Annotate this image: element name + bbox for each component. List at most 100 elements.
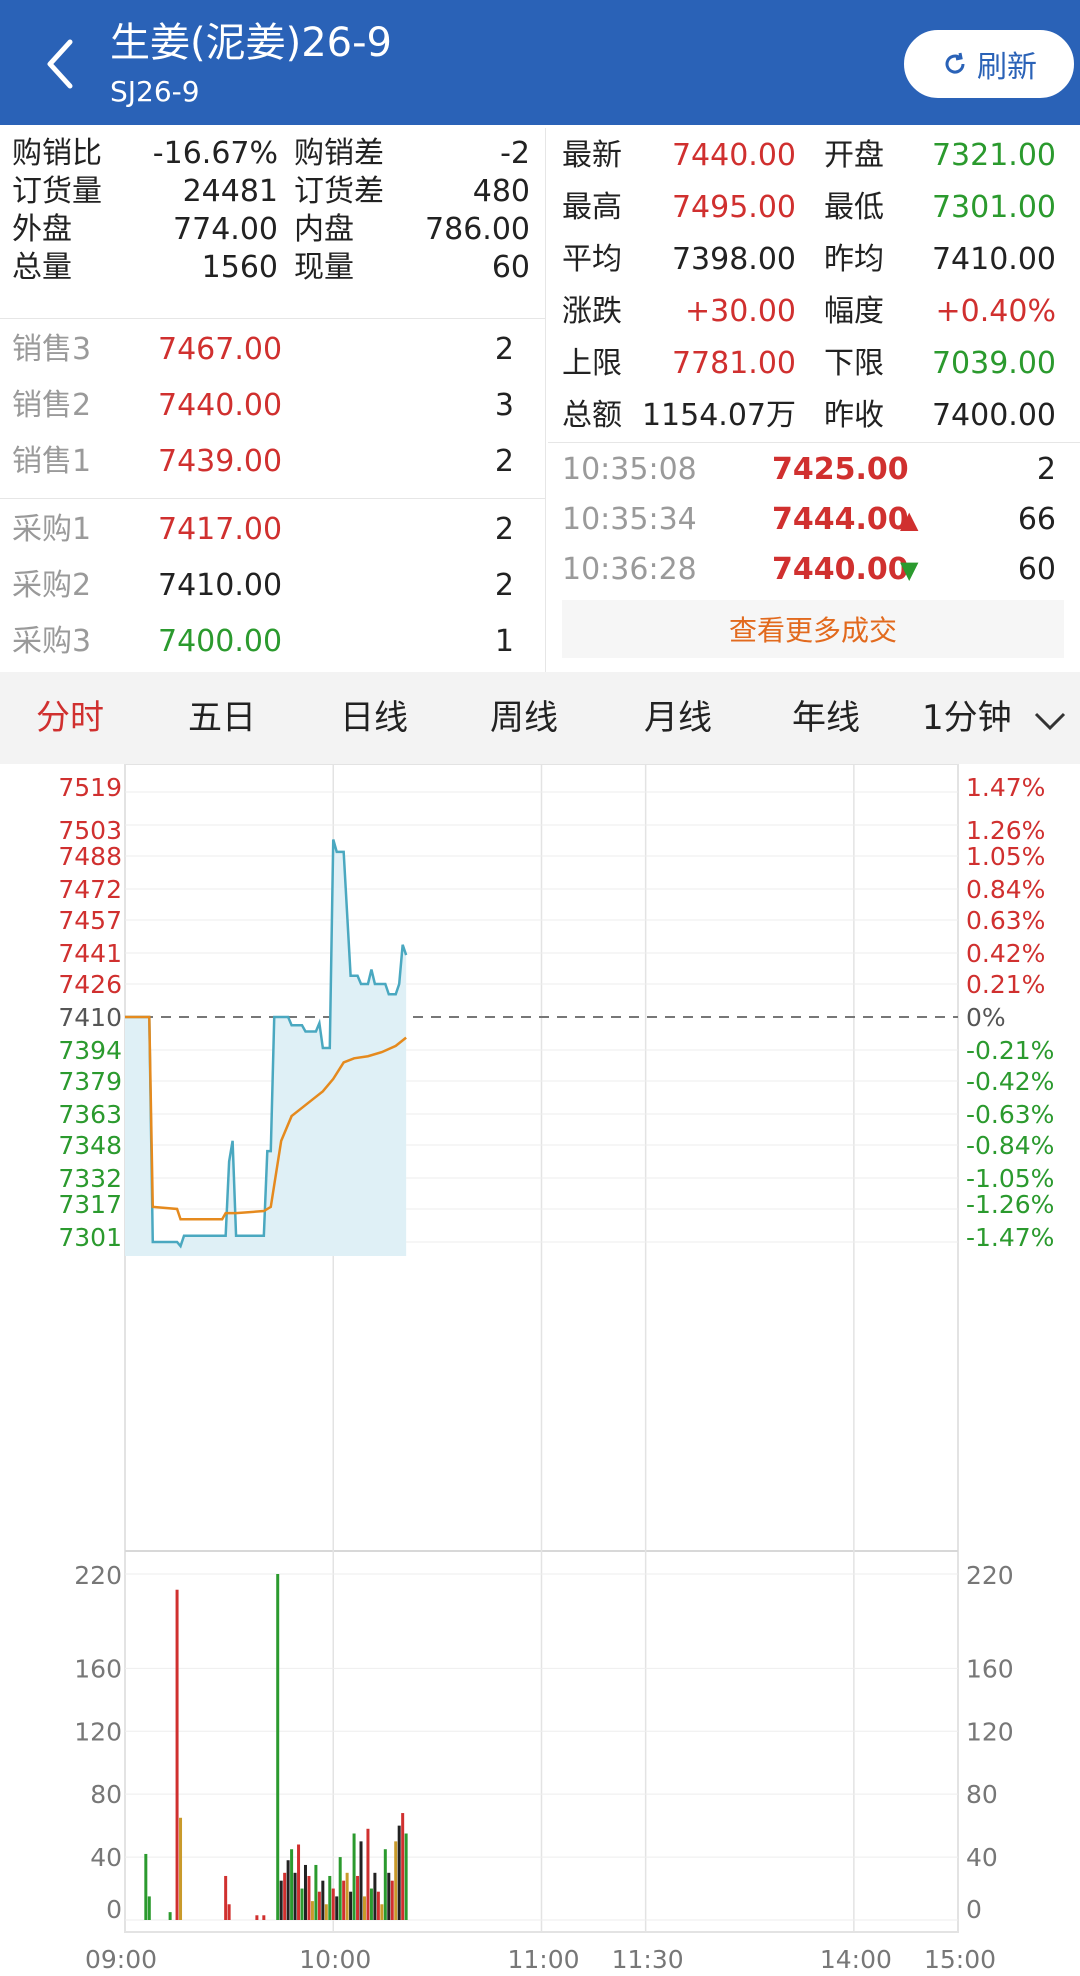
volume-axis-right-label: 120 — [966, 1717, 1014, 1746]
volume-axis-right-label: 160 — [966, 1654, 1014, 1683]
volume-bar — [376, 1891, 380, 1920]
stat-value: 1154.07万 — [641, 398, 796, 433]
order-level-label: 销售1 — [12, 444, 92, 479]
y-axis-right-label: -1.26% — [966, 1190, 1054, 1219]
order-book-buy-row[interactable]: 采购1 7417.00 2 — [0, 510, 545, 558]
volume-bar — [175, 1589, 179, 1920]
stat-label: 昨均 — [824, 242, 884, 277]
order-qty: 2 — [494, 332, 514, 367]
stat-value: -2 — [500, 136, 530, 171]
view-more-trades-button[interactable]: 查看更多成交 — [562, 600, 1064, 658]
volume-bar — [331, 1888, 335, 1920]
tab-five-day[interactable]: 五日 — [188, 672, 256, 764]
y-axis-left-label: 7503 — [58, 816, 122, 845]
volume-bar — [286, 1860, 290, 1920]
stat-label: 内盘 — [294, 212, 354, 247]
stat-label: 订货量 — [12, 174, 102, 209]
stat-value: 7410.00 — [931, 242, 1056, 277]
volume-axis-right-label: 80 — [966, 1780, 998, 1809]
y-axis-left-label: 7332 — [58, 1164, 122, 1193]
order-book-buy-row[interactable]: 采购3 7400.00 1 — [0, 622, 545, 670]
volume-bar — [373, 1872, 377, 1920]
tab-monthly[interactable]: 月线 — [644, 672, 712, 764]
stat-label: 最低 — [824, 190, 884, 225]
stat-label: 最高 — [562, 190, 622, 225]
y-axis-left-label: 7394 — [58, 1036, 122, 1065]
order-level-label: 采购3 — [12, 624, 92, 659]
stat-value: 7301.00 — [931, 190, 1056, 225]
trade-time: 10:35:08 — [562, 452, 697, 487]
y-axis-left-label: 7426 — [58, 970, 122, 999]
stat-value: -16.67% — [152, 136, 278, 171]
y-axis-left-label: 7488 — [58, 842, 122, 871]
trade-time: 10:36:28 — [562, 552, 697, 587]
stat-value: 7495.00 — [671, 190, 796, 225]
chevron-down-icon — [1035, 712, 1066, 730]
order-price: 7400.00 — [158, 624, 283, 659]
volume-bar — [290, 1849, 294, 1920]
tab-intraday[interactable]: 分时 — [36, 672, 104, 764]
y-axis-right-label: -0.21% — [966, 1036, 1054, 1065]
volume-bar — [338, 1857, 342, 1920]
volume-bar — [401, 1813, 405, 1920]
volume-bar — [283, 1872, 287, 1920]
stat-label: 最新 — [562, 138, 622, 173]
order-level-label: 采购1 — [12, 512, 92, 547]
volume-axis-left-label: 0 — [106, 1895, 122, 1924]
refresh-button[interactable]: 刷新 — [904, 30, 1074, 98]
volume-bar — [324, 1904, 328, 1920]
order-qty: 2 — [494, 444, 514, 479]
x-axis-label: 09:00 — [85, 1945, 157, 1974]
tab-daily[interactable]: 日线 — [340, 672, 408, 764]
top-app-bar: 生姜(泥姜)26-9 SJ26-9 刷新 — [0, 0, 1080, 125]
order-price: 7439.00 — [158, 444, 283, 479]
x-axis-label: 10:00 — [299, 1945, 371, 1974]
intraday-chart[interactable]: 7519 1.47% 7503 1.26% 7488 1.05% 7472 0.84% 7457… — [0, 764, 1080, 1976]
volume-bar — [314, 1864, 318, 1920]
volume-bar — [356, 1875, 360, 1920]
trade-price: 7425.00 — [772, 452, 909, 487]
volume-bar — [349, 1891, 353, 1920]
volume-bar — [279, 1880, 283, 1920]
contract-code: SJ26-9 — [110, 75, 200, 108]
volume-bar — [276, 1574, 280, 1920]
back-button[interactable] — [40, 34, 80, 94]
order-qty: 2 — [494, 512, 514, 547]
chart-period-tabs: 分时 五日 日线 周线 月线 年线 1分钟 — [0, 672, 1080, 764]
stat-label: 总量 — [12, 250, 72, 285]
volume-bar — [297, 1844, 301, 1920]
order-book-sell-row[interactable]: 销售1 7439.00 2 — [0, 442, 545, 490]
volume-bar — [147, 1896, 151, 1920]
volume-bar — [359, 1841, 363, 1920]
volume-bar — [380, 1904, 384, 1920]
stat-label: 购销差 — [294, 136, 384, 171]
order-book-sell-row[interactable]: 销售2 7440.00 3 — [0, 386, 545, 434]
interval-select[interactable]: 1分钟 — [922, 672, 1068, 764]
refresh-label: 刷新 — [977, 50, 1037, 85]
y-axis-left-label: 7519 — [58, 773, 122, 802]
volume-axis-right-label: 40 — [966, 1843, 998, 1872]
volume-axis-right-label: 0 — [966, 1895, 982, 1924]
x-axis-label: 11:30 — [612, 1945, 684, 1974]
volume-bar — [369, 1888, 373, 1920]
trade-time: 10:35:34 — [562, 502, 697, 537]
trade-price: 7440.00 — [772, 552, 909, 587]
stat-value: +30.00 — [684, 294, 796, 329]
tab-weekly[interactable]: 周线 — [490, 672, 558, 764]
tab-yearly[interactable]: 年线 — [792, 672, 860, 764]
volume-bar — [394, 1841, 398, 1920]
order-qty: 3 — [494, 388, 514, 423]
order-book-sell-row[interactable]: 销售3 7467.00 2 — [0, 330, 545, 378]
y-axis-left-label: 7348 — [58, 1131, 122, 1160]
volume-axis-left-label: 220 — [74, 1561, 122, 1590]
volume-bar — [362, 1896, 366, 1920]
volume-bar — [307, 1875, 311, 1920]
stat-value: 7400.00 — [931, 398, 1056, 433]
stat-label: 幅度 — [824, 294, 884, 329]
y-axis-left-label: 7317 — [58, 1190, 122, 1219]
volume-bar — [366, 1828, 370, 1920]
order-book-buy-row[interactable]: 采购2 7410.00 2 — [0, 566, 545, 614]
stat-value: 774.00 — [173, 212, 278, 247]
volume-bar — [255, 1915, 259, 1920]
stat-value: +0.40% — [935, 294, 1056, 329]
